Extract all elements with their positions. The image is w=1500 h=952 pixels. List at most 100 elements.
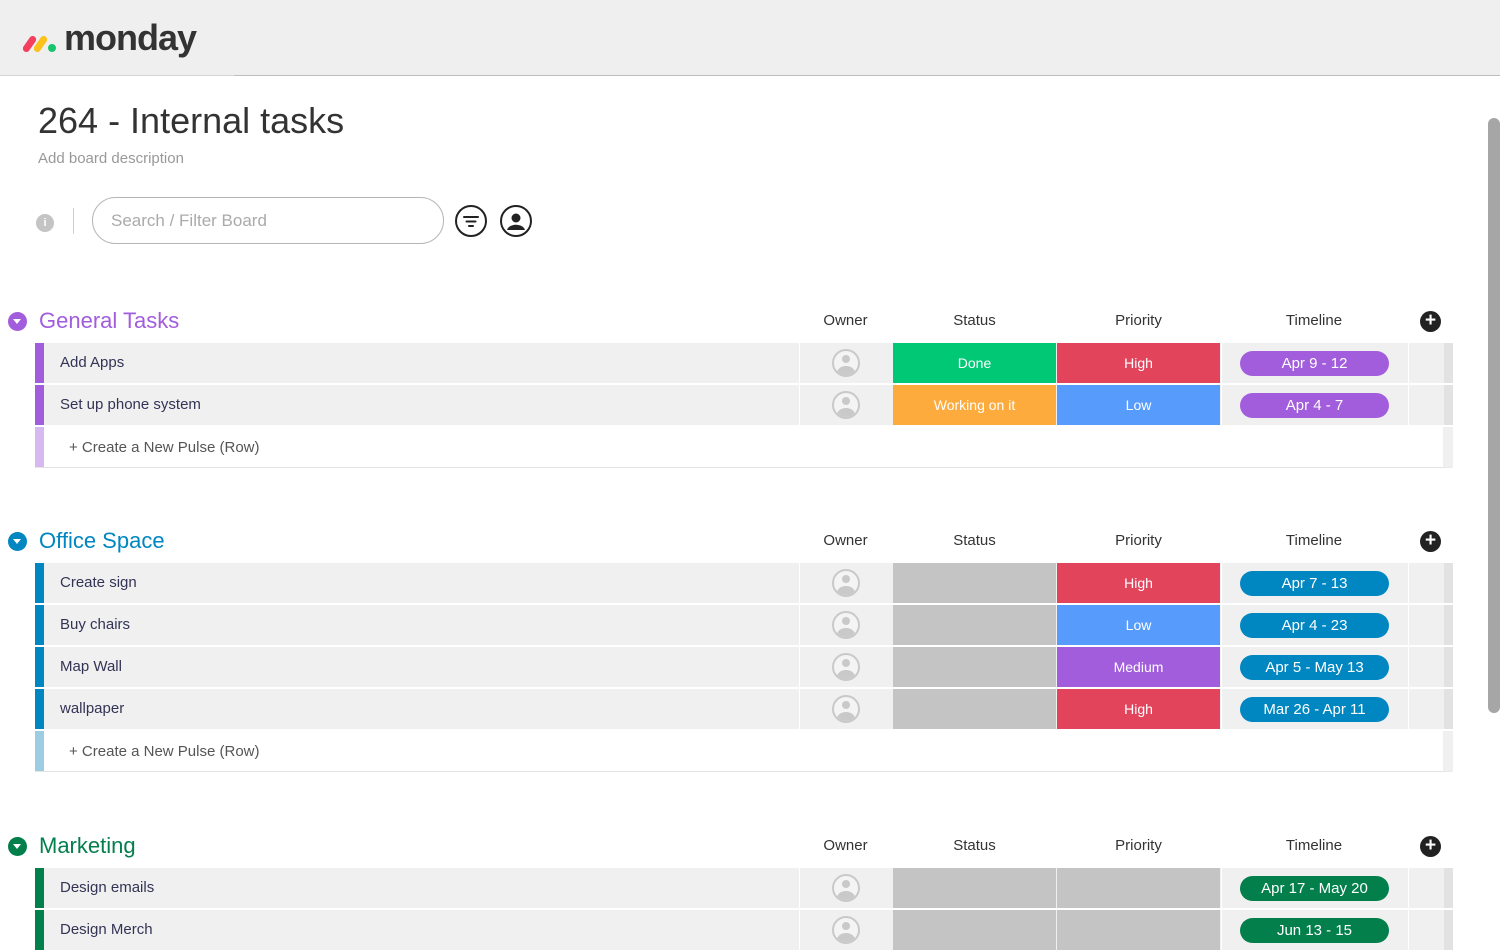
column-header-priority[interactable]: Priority: [1057, 532, 1220, 549]
timeline-pill[interactable]: Apr 9 - 12: [1240, 351, 1389, 376]
timeline-pill[interactable]: Apr 5 - May 13: [1240, 655, 1389, 680]
timeline-cell[interactable]: Apr 4 - 7: [1221, 385, 1407, 425]
column-header-status[interactable]: Status: [893, 837, 1056, 854]
create-pulse-label[interactable]: + Create a New Pulse (Row): [69, 439, 260, 456]
status-cell[interactable]: [893, 605, 1056, 645]
column-header-status[interactable]: Status: [893, 532, 1056, 549]
owner-cell[interactable]: [799, 647, 892, 687]
priority-cell[interactable]: Low: [1057, 605, 1220, 645]
timeline-cell[interactable]: Apr 5 - May 13: [1221, 647, 1407, 687]
priority-cell[interactable]: Low: [1057, 385, 1220, 425]
timeline-cell[interactable]: Jun 13 - 15: [1221, 910, 1407, 950]
board-description[interactable]: Add board description: [38, 150, 184, 167]
row-name[interactable]: Set up phone system: [60, 396, 201, 413]
table-row[interactable]: Set up phone system Working on it Low Apr 4…: [35, 385, 1453, 425]
column-header-owner[interactable]: Owner: [799, 837, 892, 854]
create-pulse-row[interactable]: + Create a New Pulse (Row): [35, 427, 1453, 468]
owner-cell[interactable]: [799, 343, 892, 383]
avatar-icon[interactable]: [832, 611, 860, 639]
table-row[interactable]: Design emails Apr 17 - May 20: [35, 868, 1453, 908]
monday-logo[interactable]: monday: [21, 18, 197, 58]
status-cell[interactable]: Working on it: [893, 385, 1056, 425]
avatar-icon[interactable]: [832, 349, 860, 377]
timeline-cell[interactable]: Mar 26 - Apr 11: [1221, 689, 1407, 729]
table-row[interactable]: Design Merch Jun 13 - 15: [35, 910, 1453, 950]
timeline-cell[interactable]: Apr 7 - 13: [1221, 563, 1407, 603]
add-column-icon[interactable]: +: [1420, 836, 1441, 857]
avatar-icon[interactable]: [832, 653, 860, 681]
status-cell[interactable]: [893, 868, 1056, 908]
empty-cell: [1408, 910, 1443, 950]
empty-cell: [1408, 689, 1443, 729]
owner-cell[interactable]: [799, 910, 892, 950]
collapse-caret-icon[interactable]: [8, 532, 27, 551]
timeline-pill[interactable]: Jun 13 - 15: [1240, 918, 1389, 943]
timeline-pill[interactable]: Apr 7 - 13: [1240, 571, 1389, 596]
column-header-owner[interactable]: Owner: [799, 532, 892, 549]
table-row[interactable]: wallpaper High Mar 26 - Apr 11: [35, 689, 1453, 729]
status-cell[interactable]: [893, 563, 1056, 603]
owner-cell[interactable]: [799, 868, 892, 908]
owner-cell[interactable]: [799, 689, 892, 729]
priority-cell[interactable]: High: [1057, 563, 1220, 603]
group-title[interactable]: Office Space: [39, 528, 165, 554]
timeline-cell[interactable]: Apr 9 - 12: [1221, 343, 1407, 383]
timeline-pill[interactable]: Apr 17 - May 20: [1240, 876, 1389, 901]
owner-cell[interactable]: [799, 385, 892, 425]
status-cell[interactable]: [893, 647, 1056, 687]
column-header-timeline[interactable]: Timeline: [1221, 312, 1407, 329]
info-icon[interactable]: i: [36, 214, 54, 232]
row-name[interactable]: Map Wall: [60, 658, 122, 675]
column-header-priority[interactable]: Priority: [1057, 837, 1220, 854]
priority-cell[interactable]: Medium: [1057, 647, 1220, 687]
timeline-pill[interactable]: Apr 4 - 23: [1240, 613, 1389, 638]
filter-icon[interactable]: [455, 205, 487, 237]
timeline-pill[interactable]: Apr 4 - 7: [1240, 393, 1389, 418]
search-input[interactable]: [92, 197, 444, 244]
status-cell[interactable]: [893, 910, 1056, 950]
status-cell[interactable]: Done: [893, 343, 1056, 383]
collapse-caret-icon[interactable]: [8, 312, 27, 331]
row-name[interactable]: wallpaper: [60, 700, 124, 717]
status-cell[interactable]: [893, 689, 1056, 729]
timeline-cell[interactable]: Apr 4 - 23: [1221, 605, 1407, 645]
person-icon[interactable]: [500, 205, 532, 237]
table-row[interactable]: Add Apps Done High Apr 9 - 12: [35, 343, 1453, 383]
row-name[interactable]: Design Merch: [60, 921, 153, 938]
column-header-timeline[interactable]: Timeline: [1221, 532, 1407, 549]
empty-cell: [1408, 605, 1443, 645]
row-name[interactable]: Buy chairs: [60, 616, 130, 633]
owner-cell[interactable]: [799, 563, 892, 603]
priority-cell[interactable]: High: [1057, 689, 1220, 729]
row-name[interactable]: Design emails: [60, 879, 154, 896]
add-column-icon[interactable]: +: [1420, 531, 1441, 552]
priority-cell[interactable]: High: [1057, 343, 1220, 383]
column-header-priority[interactable]: Priority: [1057, 312, 1220, 329]
board-title[interactable]: 264 - Internal tasks: [38, 100, 344, 142]
avatar-icon[interactable]: [832, 391, 860, 419]
priority-cell[interactable]: [1057, 868, 1220, 908]
table-row[interactable]: Map Wall Medium Apr 5 - May 13: [35, 647, 1453, 687]
group-title[interactable]: Marketing: [39, 833, 136, 859]
row-name[interactable]: Create sign: [60, 574, 137, 591]
table-row[interactable]: Create sign High Apr 7 - 13: [35, 563, 1453, 603]
table-row[interactable]: Buy chairs Low Apr 4 - 23: [35, 605, 1453, 645]
timeline-cell[interactable]: Apr 17 - May 20: [1221, 868, 1407, 908]
group-title[interactable]: General Tasks: [39, 308, 179, 334]
avatar-icon[interactable]: [832, 874, 860, 902]
add-column-icon[interactable]: +: [1420, 311, 1441, 332]
avatar-icon[interactable]: [832, 695, 860, 723]
owner-cell[interactable]: [799, 605, 892, 645]
row-name[interactable]: Add Apps: [60, 354, 124, 371]
create-pulse-row[interactable]: + Create a New Pulse (Row): [35, 731, 1453, 772]
collapse-caret-icon[interactable]: [8, 837, 27, 856]
column-header-timeline[interactable]: Timeline: [1221, 837, 1407, 854]
column-header-owner[interactable]: Owner: [799, 312, 892, 329]
column-header-status[interactable]: Status: [893, 312, 1056, 329]
timeline-pill[interactable]: Mar 26 - Apr 11: [1240, 697, 1389, 722]
create-pulse-label[interactable]: + Create a New Pulse (Row): [69, 743, 260, 760]
priority-cell[interactable]: [1057, 910, 1220, 950]
avatar-icon[interactable]: [832, 569, 860, 597]
group-0: General Tasks Owner Status Priority Timeline…: [0, 299, 1500, 468]
avatar-icon[interactable]: [832, 916, 860, 944]
